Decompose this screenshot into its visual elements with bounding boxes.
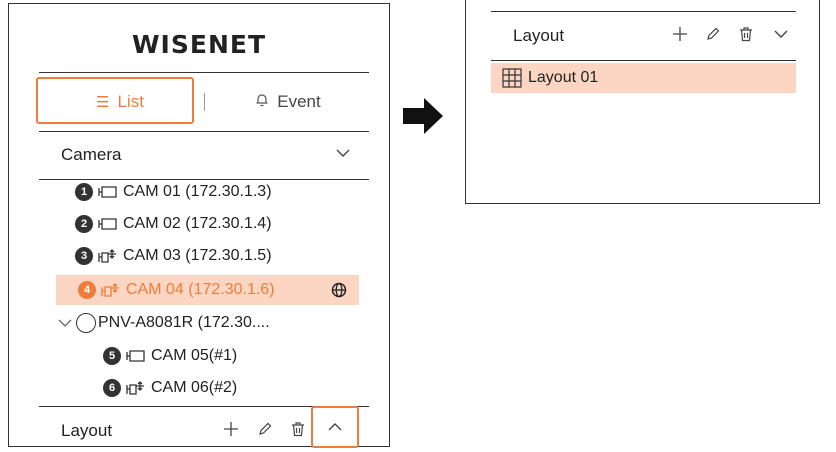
expand-layout-button[interactable] <box>311 406 359 448</box>
tab-divider <box>204 93 205 111</box>
chevron-down-icon[interactable] <box>335 145 351 166</box>
camera-number-badge: 2 <box>75 215 93 233</box>
fixed-camera-icon <box>98 186 117 198</box>
device-circle-icon <box>76 313 96 333</box>
globe-icon <box>331 282 347 303</box>
camera-item[interactable]: 6 CAM 06(#2) <box>103 373 237 403</box>
right-arrow-icon <box>403 98 443 134</box>
layout-panel-expanded: Layout Layout 01 <box>465 0 820 204</box>
camera-number-badge: 4 <box>78 281 96 299</box>
layout-section-title: Layout <box>61 421 113 440</box>
camera-label: CAM 05(#1) <box>151 347 238 364</box>
camera-label: CAM 06(#2) <box>151 379 238 396</box>
layout-panel-title: Layout <box>513 26 565 45</box>
wisenet-logo: WISENET <box>131 30 266 59</box>
camera-item[interactable]: 3 CAM 03 (172.30.1.5) <box>75 241 272 271</box>
camera-number-badge: 3 <box>75 247 93 265</box>
layout-grid-icon <box>502 68 522 88</box>
trash-icon[interactable] <box>738 26 754 47</box>
camera-item[interactable]: 2 CAM 02 (172.30.1.4) <box>75 209 272 239</box>
edit-pencil-icon[interactable] <box>257 421 273 442</box>
ptz-camera-icon <box>98 249 116 263</box>
camera-group-item[interactable]: PNV-A8081R (172.30.... <box>57 308 270 338</box>
trash-icon[interactable] <box>290 421 306 442</box>
tab-event-label: Event <box>277 92 321 111</box>
add-icon[interactable] <box>223 421 239 442</box>
camera-section-header[interactable]: Camera <box>39 131 369 180</box>
ptz-camera-icon <box>101 283 119 297</box>
list-tab-highlight <box>36 77 194 124</box>
add-icon[interactable] <box>672 26 688 47</box>
left-panel: WISENET ☰ List Event Camera 1 CAM 01 (17… <box>8 3 390 447</box>
chevron-down-icon[interactable] <box>773 26 789 47</box>
fixed-camera-icon <box>98 218 117 230</box>
camera-group-label: PNV-A8081R (172.30.... <box>98 314 270 331</box>
bell-icon <box>255 93 269 111</box>
layout-list-item-selected[interactable]: Layout 01 <box>491 63 796 93</box>
camera-item[interactable]: 1 CAM 01 (172.30.1.3) <box>75 177 272 207</box>
camera-number-badge: 5 <box>103 347 121 365</box>
camera-label: CAM 03 (172.30.1.5) <box>123 247 272 264</box>
camera-item[interactable]: 5 CAM 05(#1) <box>103 341 237 371</box>
layout-panel-header: Layout <box>491 11 796 61</box>
layout-item-label: Layout 01 <box>528 69 599 86</box>
ptz-camera-icon <box>126 381 144 395</box>
chevron-up-icon <box>328 423 342 431</box>
camera-number-badge: 1 <box>75 183 93 201</box>
edit-pencil-icon[interactable] <box>705 26 721 47</box>
camera-label: CAM 02 (172.30.1.4) <box>123 215 272 232</box>
tab-event[interactable]: Event <box>207 73 369 131</box>
camera-item-selected[interactable]: 4 CAM 04 (172.30.1.6) <box>56 275 359 305</box>
chevron-down-icon[interactable] <box>57 315 73 331</box>
camera-section-title: Camera <box>61 145 122 164</box>
fixed-camera-icon <box>126 350 145 362</box>
camera-label: CAM 01 (172.30.1.3) <box>123 183 272 200</box>
camera-number-badge: 6 <box>103 379 121 397</box>
camera-label: CAM 04 (172.30.1.6) <box>126 281 275 298</box>
